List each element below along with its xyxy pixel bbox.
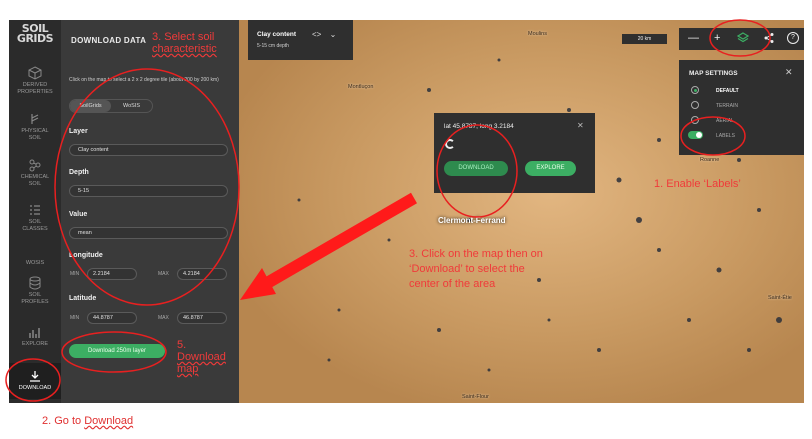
rail-item-wosis: WOSIS bbox=[25, 260, 45, 266]
radio-terrain[interactable] bbox=[691, 101, 699, 109]
tab-soilgrids[interactable]: SoilGrids bbox=[70, 100, 111, 112]
layer-subtitle: 5-15 cm depth bbox=[257, 43, 289, 49]
source-tabs: SoilGrids WoSIS bbox=[69, 99, 153, 113]
list-icon bbox=[30, 205, 40, 215]
rail-item-explore[interactable]: EXPLORE bbox=[9, 325, 61, 348]
lon-max-input[interactable]: 4.2184 bbox=[177, 268, 227, 280]
value-select[interactable]: mean bbox=[69, 227, 228, 239]
depth-label: Depth bbox=[69, 169, 89, 176]
rail-item-soil-classes[interactable]: SOIL CLASSES bbox=[9, 203, 61, 233]
soilgrids-logo[interactable]: SOIL GRIDS bbox=[9, 23, 61, 44]
radio-aerial[interactable] bbox=[691, 116, 699, 124]
option-default: DEFAULT bbox=[716, 88, 739, 94]
rail-item-physical-soil[interactable]: PHYSICAL SOIL bbox=[9, 112, 61, 142]
close-icon[interactable]: ✕ bbox=[785, 67, 793, 78]
latitude-label: Latitude bbox=[69, 295, 97, 302]
help-button[interactable]: ? bbox=[787, 32, 799, 44]
annotation-step3a: 3. Select soil characteristic bbox=[152, 31, 217, 55]
rail-item-soil-profiles[interactable]: SOIL PROFILES bbox=[9, 276, 61, 306]
map-toolbar: — + ? bbox=[679, 28, 804, 50]
map-settings-panel: MAP SETTINGS ✕ DEFAULT TERRAIN AERIAL LA… bbox=[679, 60, 804, 155]
popup-download-button[interactable]: DOWNLOAD bbox=[444, 161, 508, 176]
rail-item-derived-properties[interactable]: DERIVED PROPERTIES bbox=[9, 66, 61, 96]
option-aerial: AERIAL bbox=[716, 118, 734, 124]
option-terrain: TERRAIN bbox=[716, 103, 738, 109]
download-layer-button[interactable]: Download 250m layer bbox=[69, 344, 165, 358]
share-icon[interactable] bbox=[763, 32, 775, 48]
zoom-out-button[interactable]: — bbox=[688, 31, 699, 45]
lat-min-input[interactable]: 44.8787 bbox=[87, 312, 137, 324]
labels-toggle[interactable] bbox=[688, 131, 703, 139]
lon-max-label: MAX bbox=[158, 271, 169, 277]
database-icon bbox=[29, 276, 41, 290]
bar-chart-icon bbox=[29, 328, 40, 338]
layer-info-box: Clay content 5-15 cm depth <> ⌄ bbox=[248, 20, 353, 60]
layer-label: Layer bbox=[69, 128, 88, 135]
panel-title: DOWNLOAD DATA bbox=[71, 36, 147, 45]
place-moulins: Moulins bbox=[528, 31, 547, 37]
annotation-step3b: 3. Click on the map then on ‘Download’ t… bbox=[409, 248, 543, 290]
place-saint-flour: Saint-Flour bbox=[462, 394, 489, 400]
chevron-down-icon[interactable]: ⌄ bbox=[330, 30, 337, 39]
lon-min-input[interactable]: 2.2184 bbox=[87, 268, 137, 280]
value-label: Value bbox=[69, 211, 88, 218]
location-popup: lat 45.8787, long 3.2184 ✕ DOWNLOAD EXPL… bbox=[434, 113, 595, 193]
tab-wosis[interactable]: WoSIS bbox=[111, 100, 152, 112]
annotation-step2: 2. Go to Download bbox=[42, 415, 134, 427]
lat-max-label: MAX bbox=[158, 315, 169, 321]
lat-min-label: MIN bbox=[70, 315, 80, 321]
lon-min-label: MIN bbox=[70, 271, 80, 277]
annotation-step1: 1. Enable ‘Labels’ bbox=[654, 178, 741, 190]
annotation-step5: 5. Download map bbox=[177, 339, 226, 375]
help-text: Click on the map to select a 2 x 2 degre… bbox=[69, 77, 219, 83]
popup-coords: lat 45.8787, long 3.2184 bbox=[444, 123, 514, 130]
popup-close-icon[interactable]: ✕ bbox=[577, 121, 584, 130]
popup-explore-button[interactable]: EXPLORE bbox=[525, 161, 576, 176]
radio-default[interactable] bbox=[691, 86, 699, 94]
scale-bar: 20 km bbox=[622, 34, 667, 44]
loading-spinner-icon bbox=[445, 139, 455, 149]
depth-select[interactable]: 5-15 bbox=[69, 185, 228, 197]
cube-icon bbox=[28, 66, 42, 80]
lat-max-input[interactable]: 46.8787 bbox=[177, 312, 227, 324]
download-icon bbox=[30, 371, 40, 382]
rail-item-download[interactable]: DOWNLOAD bbox=[9, 363, 61, 399]
zoom-in-button[interactable]: + bbox=[714, 31, 720, 45]
molecule-icon bbox=[29, 159, 41, 172]
settings-title: MAP SETTINGS bbox=[689, 70, 738, 77]
place-saint-etienne: Saint-Étie bbox=[768, 295, 792, 301]
branch-icon bbox=[31, 114, 39, 124]
place-clermont-ferrand: Clermont-Ferrand bbox=[438, 216, 506, 225]
longitude-label: Longitude bbox=[69, 252, 103, 259]
layer-title: Clay content bbox=[257, 31, 297, 38]
place-roanne: Roanne bbox=[700, 157, 720, 163]
option-labels: LABELS bbox=[716, 133, 735, 139]
layer-controls: <> ⌄ bbox=[312, 30, 336, 39]
layers-icon[interactable] bbox=[736, 32, 750, 48]
place-montlucon: Montluçon bbox=[348, 84, 374, 90]
layer-select[interactable]: Clay content bbox=[69, 144, 228, 156]
swap-icon[interactable]: <> bbox=[312, 30, 321, 39]
sidebar-rail: SOIL GRIDS DERIVED PROPERTIES PHYSICAL S… bbox=[9, 20, 61, 403]
rail-item-chemical-soil[interactable]: CHEMICAL SOIL bbox=[9, 158, 61, 188]
